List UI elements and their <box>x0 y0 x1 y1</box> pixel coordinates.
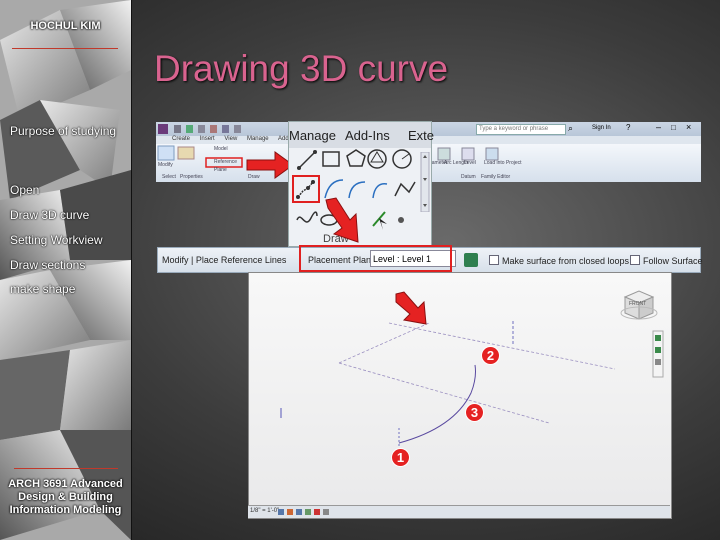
make-surface-checkbox[interactable]: Make surface from closed loops <box>489 255 629 266</box>
view-control-icons[interactable] <box>278 507 358 517</box>
context-label: Modify | Place Reference Lines <box>162 255 287 265</box>
panel-datum: Datum <box>461 174 476 180</box>
panel-properties: Properties <box>180 174 203 180</box>
navigation-bar <box>652 330 664 378</box>
fillet-arc-icon <box>394 181 416 197</box>
pointer-arrow-2 <box>325 197 359 243</box>
view-control-bar: 1/8" = 1'-0" <box>248 505 670 518</box>
circumscribed-polygon-icon <box>367 149 387 169</box>
pointer-arrow-3 <box>395 291 427 325</box>
qat-icons <box>158 124 241 134</box>
spline-through-points-icon <box>296 180 315 199</box>
tab-create[interactable]: Create <box>172 136 190 142</box>
panel-family-editor: Family Editor <box>481 174 511 180</box>
view-cube-label: FRONT <box>629 301 647 307</box>
tab-view[interactable]: View <box>224 136 237 142</box>
line-tool-icon <box>297 150 317 170</box>
ribbon-tabs: Create Insert View Manage Add-Ins <box>172 136 307 144</box>
viewport-drawing <box>280 290 664 448</box>
pick-lines-icon <box>372 211 387 230</box>
nav-item-draw-3d-curve[interactable]: Draw 3D curve <box>10 208 89 222</box>
scale-label[interactable]: 1/8" = 1'-0" <box>250 508 279 514</box>
nav-item-setting-workview[interactable]: Setting Workview <box>10 233 102 247</box>
sidebar: HOCHUL KIM Purpose of studying Open Draw… <box>0 0 132 540</box>
tab-add-ins-zoom[interactable]: Add-Ins <box>345 128 390 143</box>
close-icon[interactable]: × <box>686 122 691 132</box>
slide: HOCHUL KIM Purpose of studying Open Draw… <box>0 0 720 540</box>
drawing-viewport[interactable]: FRONT <box>248 272 672 519</box>
follow-surface-checkbox[interactable]: Follow Surface <box>630 255 703 266</box>
help-icon[interactable]: ? <box>626 123 630 132</box>
circle-tool-icon <box>392 149 412 169</box>
step-badge-1: 1 <box>392 449 409 466</box>
draw-panel-tabs: Manage Add-Ins Exte <box>289 122 434 148</box>
step-badge-2: 2 <box>482 347 499 364</box>
divider <box>14 468 118 469</box>
slide-title: Drawing 3D curve <box>154 48 449 89</box>
sign-in-link[interactable]: Sign In <box>592 125 611 131</box>
reference-line-button[interactable]: Reference <box>214 159 237 165</box>
tangent-arc-icon <box>372 183 388 199</box>
nav-item-open[interactable]: Open <box>10 183 39 197</box>
panel-scrollbar[interactable] <box>420 152 430 212</box>
model-line-button[interactable]: Model <box>214 146 228 152</box>
spline-icon <box>296 211 318 223</box>
polygon-tool-icon <box>346 149 366 167</box>
tab-insert[interactable]: Insert <box>200 136 215 142</box>
course-name: ARCH 3691 Advanced Design & Building Inf… <box>8 478 123 516</box>
placement-highlight <box>299 245 452 272</box>
point-element-icon <box>398 217 404 223</box>
search-icon[interactable]: ⌕ <box>568 123 573 134</box>
tab-manage[interactable]: Manage <box>247 136 269 142</box>
rectangle-tool-icon <box>322 151 340 167</box>
level-button[interactable]: Level <box>464 160 476 166</box>
search-input[interactable]: Type a keyword or phrase <box>476 124 566 135</box>
step-badge-3: 3 <box>466 404 483 421</box>
load-into-project-button[interactable]: Load into Project <box>484 160 522 166</box>
nav-item-draw-sections[interactable]: Draw sections <box>10 258 85 272</box>
reference-plane-button[interactable]: Plane <box>214 167 227 173</box>
nav-item-purpose[interactable]: Purpose of studying <box>10 124 116 138</box>
tab-external-zoom[interactable]: Exte <box>408 128 434 143</box>
panel-select: Select <box>162 174 176 180</box>
modify-button[interactable]: Modify <box>158 162 173 168</box>
author-name: HOCHUL KIM <box>30 20 101 32</box>
nav-item-make-shape[interactable]: make shape <box>10 282 75 296</box>
minimize-icon[interactable]: – <box>656 122 661 132</box>
3d-snapping-icon[interactable] <box>464 253 478 267</box>
divider <box>12 48 118 49</box>
tab-manage-zoom[interactable]: Manage <box>289 128 336 143</box>
restore-icon[interactable]: □ <box>671 123 676 132</box>
